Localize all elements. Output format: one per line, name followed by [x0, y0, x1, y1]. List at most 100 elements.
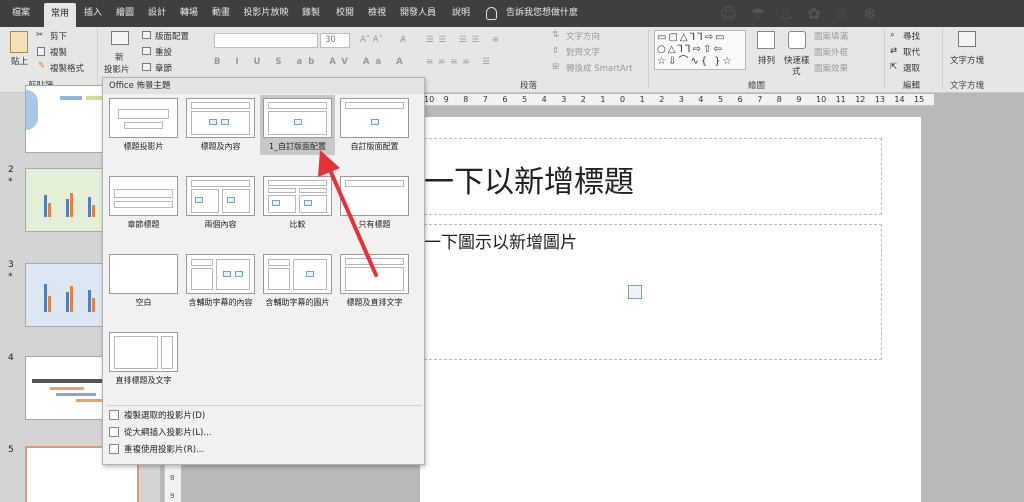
select-icon[interactable]: ⇱	[890, 62, 897, 72]
slides-from-outline-item[interactable]: 從大綱插入投影片(L)...	[109, 426, 211, 438]
tab-view[interactable]: 檢視	[364, 0, 390, 27]
replace-icon[interactable]: ⇄	[890, 46, 897, 56]
shape-effects-button[interactable]: 圖案效果	[814, 62, 848, 74]
ruler-mark: 4	[541, 95, 547, 104]
select-button[interactable]: 選取	[903, 62, 920, 74]
tab-developer[interactable]: 開發人員	[396, 0, 440, 27]
ruler-mark: 2	[580, 95, 586, 104]
menu-divider	[107, 405, 422, 406]
slide-number: 4	[8, 353, 14, 363]
align-text-icon[interactable]: ⇕	[552, 46, 559, 56]
convert-smartart-button[interactable]: 轉換成 SmartArt	[566, 62, 633, 74]
tab-file[interactable]: 檔案	[4, 0, 38, 27]
section-icon[interactable]	[142, 63, 151, 71]
layout-title-content[interactable]: 標題及內容	[183, 95, 258, 155]
font-grow-icon[interactable]: A˄ A˅	[360, 35, 383, 45]
tab-transitions[interactable]: 轉場	[176, 0, 202, 27]
thumb-chart-bar	[48, 296, 51, 312]
tab-home[interactable]: 常用	[44, 3, 76, 27]
slides-from-outline-label: 從大綱插入投影片(L)...	[124, 428, 212, 438]
tab-draw[interactable]: 繪圖	[112, 0, 138, 27]
layout-section-header[interactable]: 章節標題	[106, 173, 181, 233]
layout-preview	[109, 254, 178, 294]
font-style-icons[interactable]: B I U S ab AV Aa A	[214, 57, 409, 67]
replace-button[interactable]: 取代	[903, 46, 920, 58]
paste-label[interactable]: 貼上	[11, 55, 28, 67]
textbox-icon[interactable]	[958, 31, 976, 47]
quick-styles-icon[interactable]	[788, 31, 806, 49]
format-painter-button[interactable]: 複製格式	[50, 62, 84, 74]
find-icon[interactable]: ⌕	[890, 30, 895, 40]
new-slide-label-2[interactable]: 投影片	[104, 63, 130, 75]
smartart-icon[interactable]: ⊞	[552, 62, 559, 72]
section-button[interactable]: 章節	[155, 62, 172, 74]
duplicate-icon	[109, 410, 119, 420]
new-slide-label-1[interactable]: 新	[115, 51, 124, 63]
format-painter-icon[interactable]: ✎	[38, 61, 45, 71]
duplicate-slides-item[interactable]: 複製選取的投影片(D)	[109, 409, 205, 421]
layout-blank[interactable]: 空白	[106, 251, 181, 311]
layout-icon[interactable]	[142, 31, 151, 39]
reset-button[interactable]: 重設	[155, 46, 172, 58]
layout-picture-caption[interactable]: 含輔助字幕的圖片	[260, 251, 335, 311]
layout-box	[114, 336, 158, 369]
title-placeholder-text[interactable]: 一下以新增標題	[424, 157, 634, 201]
layout-custom-1[interactable]: 1_自訂版面配置	[260, 95, 335, 155]
shapes-gallery[interactable]: ▭▢△⅂⅂⇨▭ ○△⅂⅂⇨⇧⇦ ☆⇩⌒∿{ }☆	[654, 30, 746, 70]
paragraph-group-label: 段落	[520, 81, 538, 91]
arrange-button[interactable]: 排列	[758, 54, 775, 66]
copy-button[interactable]: 複製	[50, 46, 67, 58]
tab-design[interactable]: 設計	[144, 0, 170, 27]
cut-button[interactable]: 剪下	[50, 30, 67, 42]
insert-picture-icon[interactable]	[628, 285, 642, 299]
shape-outline-button[interactable]: 圖案外框	[814, 46, 848, 58]
layout-button[interactable]: 版面配置	[155, 30, 189, 42]
font-name-field[interactable]	[214, 33, 318, 48]
layout-content-caption[interactable]: 含輔助字幕的內容	[183, 251, 258, 311]
layout-title-vertical-text[interactable]: 標題及直排文字	[337, 251, 412, 311]
layout-two-content[interactable]: 兩個內容	[183, 173, 258, 233]
reuse-slides-item[interactable]: 重複使用投影片(R)...	[109, 443, 204, 455]
tab-review[interactable]: 校閱	[332, 0, 358, 27]
textbox-button[interactable]: 文字方塊	[950, 54, 984, 66]
group-separator	[97, 29, 98, 89]
find-button[interactable]: 尋找	[903, 30, 920, 42]
layout-custom[interactable]: 自訂版面配置	[337, 95, 412, 155]
thumb-chart-bar	[88, 197, 91, 217]
tab-record[interactable]: 錄製	[298, 0, 324, 27]
copy-icon[interactable]	[37, 47, 45, 56]
paste-icon[interactable]	[10, 31, 28, 53]
tab-insert[interactable]: 插入	[80, 0, 106, 27]
text-direction-button[interactable]: 文字方向	[566, 30, 600, 42]
tab-help[interactable]: 說明	[448, 0, 474, 27]
picture-placeholder-text[interactable]: 一下圖示以新增圖片	[424, 228, 577, 253]
layout-title-slide[interactable]: 標題投影片	[106, 95, 181, 155]
tell-me-search[interactable]: 告訴我您想做什麼	[506, 0, 578, 27]
tab-animations[interactable]: 動畫	[208, 0, 234, 27]
new-slide-icon[interactable]	[111, 31, 129, 45]
reset-icon[interactable]	[142, 47, 151, 55]
layout-preview	[263, 98, 332, 138]
layout-label: 直排標題及文字	[115, 376, 172, 385]
clear-format-icon[interactable]: A̷	[400, 35, 406, 45]
text-direction-icon[interactable]: ⇅	[552, 30, 559, 40]
list-icons[interactable]: ☰☰ ☰☰ ≡	[426, 35, 504, 45]
layout-vertical-title-text[interactable]: 直排標題及文字	[106, 329, 181, 389]
layout-box	[268, 180, 327, 186]
font-size-field[interactable]: 30	[320, 33, 350, 48]
cut-icon[interactable]: ✂	[36, 30, 43, 40]
thumb-graphic	[26, 90, 38, 130]
align-icons[interactable]: ≡≡≡≡ ☰	[426, 57, 495, 67]
thumb-chart-bar	[70, 193, 73, 217]
layout-comparison[interactable]: 比較	[260, 173, 335, 233]
editing-group-label: 編輯	[903, 81, 921, 91]
ruler-mark: 8	[463, 95, 469, 104]
shape-fill-button[interactable]: 圖案填滿	[814, 30, 848, 42]
ruler-mark: 5	[718, 95, 724, 104]
thumb-chart-bar	[44, 195, 47, 217]
tab-slideshow[interactable]: 投影片放映	[240, 0, 292, 27]
quick-styles-label-2[interactable]: 式	[792, 65, 801, 77]
arrange-icon[interactable]	[757, 31, 775, 49]
layout-title-only[interactable]: 只有標題	[337, 173, 412, 233]
align-text-button[interactable]: 對齊文字	[566, 46, 600, 58]
